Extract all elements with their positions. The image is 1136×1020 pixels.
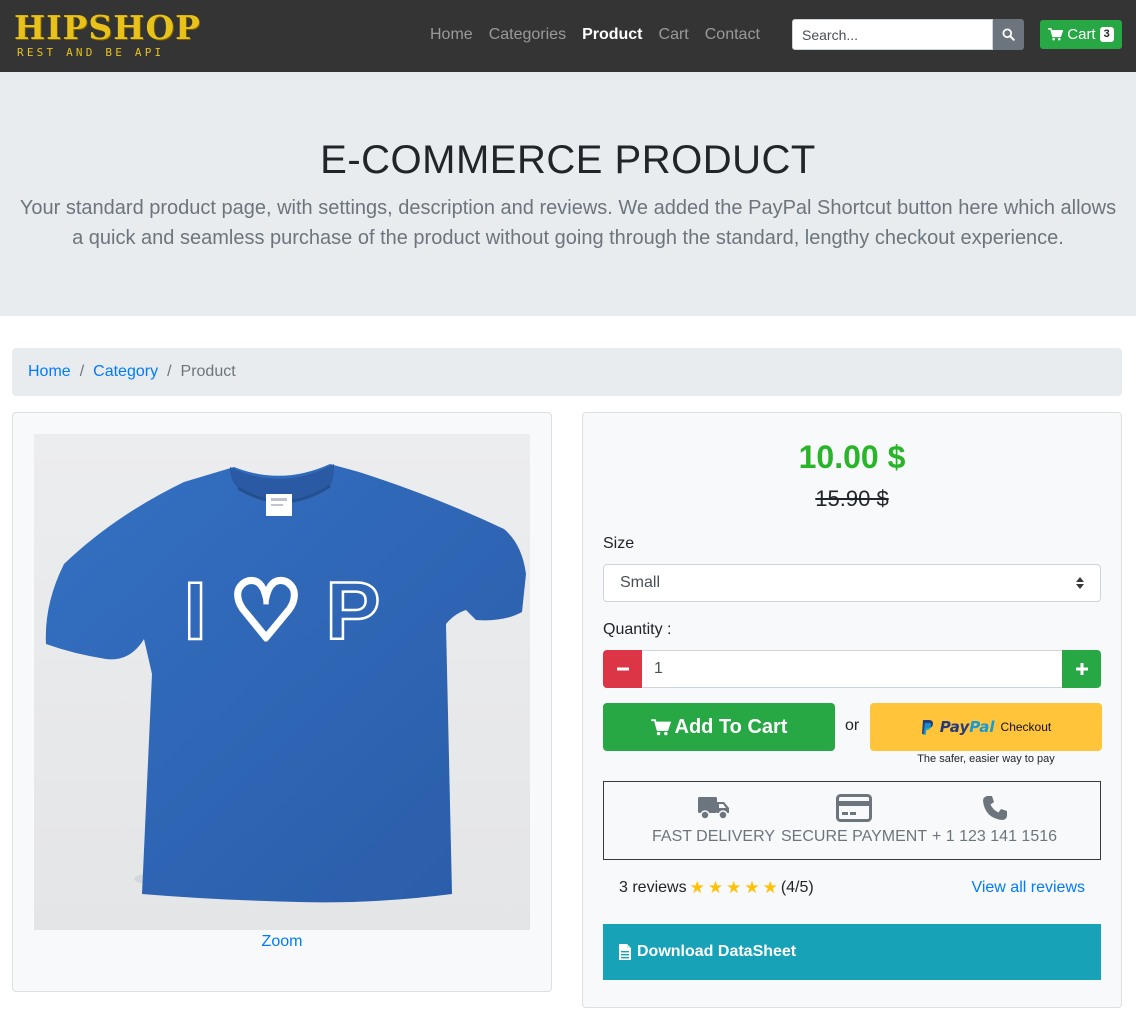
star-icon: ★ xyxy=(744,878,760,897)
cart-button[interactable]: Cart 3 xyxy=(1040,20,1122,49)
feature-fast-delivery: FAST DELIVERY xyxy=(652,792,775,846)
quantity-stepper xyxy=(603,650,1101,688)
paypal-logo-icon xyxy=(921,719,933,735)
size-select[interactable]: Small xyxy=(603,564,1101,602)
quantity-label: Quantity : xyxy=(603,621,672,638)
select-caret-icon xyxy=(1076,577,1084,589)
product-image-card: I ♡ P Zoom xyxy=(12,412,552,992)
nav-item-cart[interactable]: Cart xyxy=(659,24,689,46)
search-button[interactable] xyxy=(993,19,1024,50)
reviews-rating: (4/5) xyxy=(780,879,814,896)
hero-jumbotron: E-COMMERCE PRODUCT Your standard product… xyxy=(0,72,1136,316)
cart-label: Cart xyxy=(1067,26,1096,43)
product-price: 10.00 $ xyxy=(798,439,906,475)
view-all-reviews-link[interactable]: View all reviews xyxy=(971,879,1085,897)
shirt-print: I ♡ P xyxy=(184,566,381,657)
breadcrumb-separator: / xyxy=(79,363,85,380)
nav-item-product[interactable]: Product xyxy=(582,24,642,46)
quantity-input[interactable] xyxy=(642,650,1062,688)
cart-count-badge: 3 xyxy=(1099,27,1114,42)
brand-logo[interactable]: HIPSHOP REST AND BE API xyxy=(14,10,200,62)
paypal-pal: Pal xyxy=(969,718,995,736)
nav-item-categories[interactable]: Categories xyxy=(489,24,566,46)
feature-label: SECURE PAYMENT xyxy=(781,828,928,845)
features-box: FAST DELIVERY SECURE PAYMENT + 1 123 141… xyxy=(603,781,1101,860)
paypal-checkout-button[interactable]: PayPal Checkout xyxy=(870,703,1102,751)
breadcrumb-category[interactable]: Category xyxy=(93,363,158,381)
truck-icon xyxy=(697,797,729,820)
breadcrumb-current: Product xyxy=(180,363,236,380)
product-old-price: 15.90 $ xyxy=(815,486,889,511)
paypal-tagline: The safer, easier way to pay xyxy=(917,753,1055,765)
page-description: Your standard product page, with setting… xyxy=(19,197,1117,249)
breadcrumb: Home / Category / Product xyxy=(12,348,1122,396)
quantity-increase-button[interactable] xyxy=(1062,650,1101,688)
shopping-cart-icon xyxy=(650,718,671,735)
file-icon xyxy=(619,944,631,960)
product-image[interactable]: I ♡ P xyxy=(34,434,530,930)
page-title: E-COMMERCE PRODUCT xyxy=(320,138,816,182)
size-label: Size xyxy=(603,535,635,552)
shopping-cart-icon xyxy=(1048,28,1064,41)
reviews-summary: 3 reviews ★ ★ ★ ★ ★ (4/5) xyxy=(619,879,814,897)
download-datasheet-label: Download DataSheet xyxy=(637,943,797,960)
star-icon: ★ xyxy=(726,878,742,897)
brand-subtitle: REST AND BE API xyxy=(17,46,165,59)
phone-icon xyxy=(982,796,1007,820)
reviews-count: 3 reviews xyxy=(619,879,687,896)
star-icon: ★ xyxy=(762,878,778,897)
feature-phone: + 1 123 141 1516 xyxy=(932,792,1057,846)
paypal-checkout-label: Checkout xyxy=(1000,720,1052,734)
credit-card-icon xyxy=(836,794,873,822)
minus-icon xyxy=(616,667,629,671)
star-icon: ★ xyxy=(707,878,724,897)
plus-icon xyxy=(1075,663,1088,675)
download-datasheet-button[interactable]: Download DataSheet xyxy=(603,924,1101,980)
nav-item-contact[interactable]: Contact xyxy=(705,24,760,46)
main-nav: Home Categories Product Cart Contact xyxy=(430,24,776,46)
brand-title: HIPSHOP xyxy=(14,8,202,47)
paypal-wordmark: PayPal xyxy=(940,718,995,736)
paypal-pay: Pay xyxy=(939,718,970,736)
size-select-value: Small xyxy=(620,574,661,591)
top-navbar: HIPSHOP REST AND BE API Home Categories … xyxy=(0,0,1136,72)
add-to-cart-button[interactable]: Add To Cart xyxy=(603,703,835,751)
zoom-link[interactable]: Zoom xyxy=(13,933,551,951)
feature-label: FAST DELIVERY xyxy=(652,828,776,845)
quantity-decrease-button[interactable] xyxy=(603,650,642,688)
feature-label: + 1 123 141 1516 xyxy=(932,828,1058,845)
search-icon xyxy=(1002,28,1015,41)
tshirt-image: I ♡ P xyxy=(45,464,527,903)
search-bar xyxy=(792,19,1024,50)
add-to-cart-label: Add To Cart xyxy=(674,715,788,738)
star-icon: ★ xyxy=(689,878,705,897)
product-details-card: 10.00 $ 15.90 $ Size Small Quantity : Ad… xyxy=(582,412,1122,1008)
breadcrumb-separator: / xyxy=(167,363,172,380)
search-input[interactable] xyxy=(792,19,993,50)
feature-secure-payment: SECURE PAYMENT xyxy=(781,792,927,846)
breadcrumb-home[interactable]: Home xyxy=(28,363,71,381)
nav-item-home[interactable]: Home xyxy=(430,24,473,46)
or-separator: or xyxy=(845,717,860,734)
